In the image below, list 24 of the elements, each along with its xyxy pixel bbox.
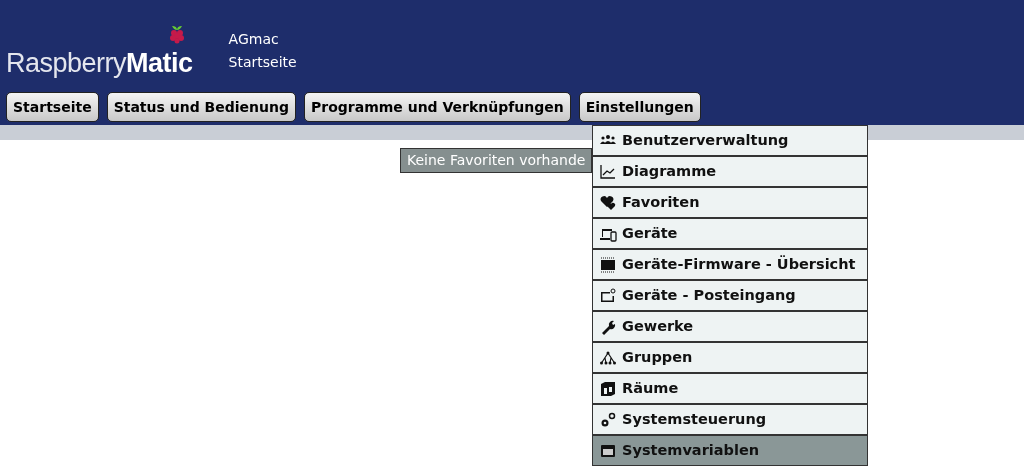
menu-item[interactable]: Geräte-Firmware - Übersicht	[593, 250, 867, 279]
room-icon	[599, 379, 617, 398]
nav-button[interactable]: Startseite	[6, 92, 99, 122]
menu-item[interactable]: Gruppen	[593, 343, 867, 372]
nav-button[interactable]: Programme und Verknüpfungen	[303, 92, 571, 122]
hearts-icon	[599, 193, 617, 212]
nav-button[interactable]: Einstellungen	[578, 92, 701, 122]
menu-item[interactable]: Räume	[593, 374, 867, 403]
logo: RaspberryMatic	[6, 50, 193, 77]
menu-item[interactable]: Systemsteuerung	[593, 405, 867, 434]
chart-icon	[599, 162, 617, 181]
message-text: Keine Favoriten vorhande	[400, 148, 592, 173]
menu-item[interactable]: Systemvariablen	[593, 436, 867, 465]
user-name: AGmac	[228, 30, 279, 49]
menu-item[interactable]: Favoriten	[593, 188, 867, 217]
page-title: Startseite	[228, 53, 297, 72]
menu-item[interactable]: Geräte	[593, 219, 867, 248]
nav-button[interactable]: Status und Bedienung	[106, 92, 296, 122]
raspberry-icon	[168, 24, 186, 44]
menu-item[interactable]: Benutzerverwaltung	[593, 126, 867, 155]
chip-icon	[599, 255, 617, 274]
menu-item[interactable]: Geräte - Posteingang	[593, 281, 867, 310]
menu-item[interactable]: Gewerke	[593, 312, 867, 341]
menu-item[interactable]: Diagramme	[593, 157, 867, 186]
